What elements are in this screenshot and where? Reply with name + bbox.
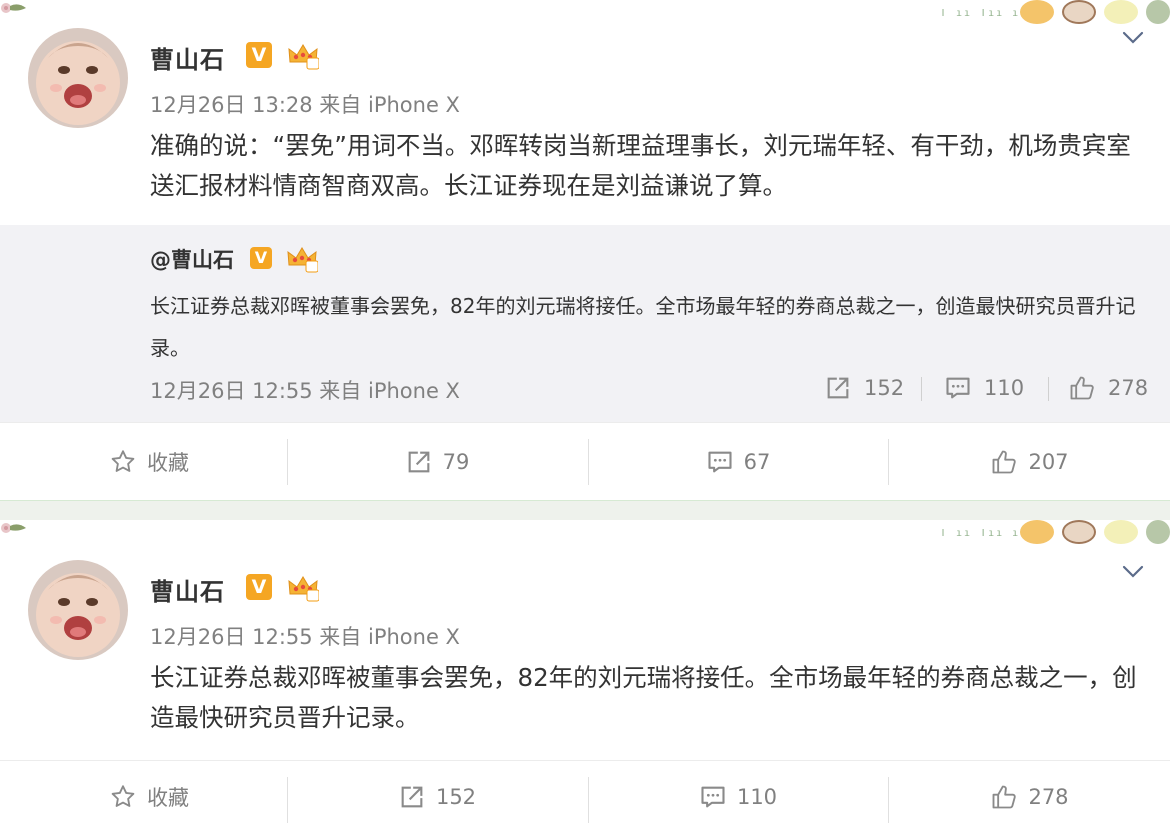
like-button[interactable]: 278	[889, 761, 1170, 832]
reposted-post[interactable]: @曹山石 V 长江证券总裁邓晖被董事会罢免，82年的刘元瑞将接任。全市场最年轻的…	[0, 225, 1170, 422]
comment-bubble-icon	[944, 374, 972, 402]
member-crown-icon	[287, 574, 319, 602]
member-crown-icon	[287, 42, 319, 70]
donut-sticker-icon	[1062, 520, 1096, 544]
chevron-down-icon[interactable]	[1120, 24, 1146, 50]
comment-bubble-icon	[706, 448, 734, 476]
star-outline-icon	[109, 448, 137, 476]
thumbs-up-icon	[990, 448, 1018, 476]
post-meta: 12月26日 12:55 来自 iPhone X	[150, 625, 460, 649]
card-separator	[0, 500, 1170, 520]
repost-like-count[interactable]: 278	[1068, 373, 1148, 403]
flower-decoration-icon	[0, 520, 26, 538]
post-text: 准确的说：“罢免”用词不当。邓晖转岗当新理益理事长，刘元瑞年轻、有干劲，机场贵宾…	[150, 131, 1131, 200]
flower-decoration-icon	[0, 0, 26, 18]
card-decoration: ǀ ıı ǀıı ı	[940, 0, 1170, 24]
thumbs-up-icon	[990, 783, 1018, 811]
share-arrow-icon	[405, 448, 433, 476]
divider	[921, 377, 922, 401]
leaf-sticker-icon	[1146, 0, 1170, 24]
repost-repost-count[interactable]: 152	[824, 373, 904, 403]
bun-sticker-icon	[1104, 520, 1138, 544]
repost-comment-count[interactable]: 110	[944, 373, 1024, 403]
bird-sticker-icon	[1020, 520, 1054, 544]
share-arrow-icon	[824, 374, 852, 402]
avatar[interactable]	[28, 560, 128, 660]
post-card: ǀ ıı ǀıı ı 曹山石 V 12月26日 12:55 来自 iPhone …	[0, 520, 1170, 832]
card-decoration: ǀ ıı ǀıı ı	[940, 520, 1170, 544]
post-card: ǀ ıı ǀıı ı 曹山石 V 12月26日 13:28 来自 iPhone …	[0, 0, 1170, 500]
bun-sticker-icon	[1104, 0, 1138, 24]
repost-button[interactable]: 152	[288, 761, 586, 832]
leaf-sticker-icon	[1146, 520, 1170, 544]
thumbs-up-icon	[1068, 374, 1096, 402]
repost-button[interactable]: 79	[288, 423, 586, 501]
post-text: 长江证券总裁邓晖被董事会罢免，82年的刘元瑞将接任。全市场最年轻的券商总裁之一，…	[150, 663, 1137, 732]
repost-meta: 12月26日 12:55 来自 iPhone X	[150, 379, 460, 403]
verified-badge-icon: V	[250, 247, 272, 269]
like-button[interactable]: 207	[889, 423, 1170, 501]
member-crown-icon	[286, 245, 318, 273]
star-outline-icon	[109, 783, 137, 811]
author-name[interactable]: 曹山石	[150, 572, 225, 607]
bird-sticker-icon	[1020, 0, 1054, 24]
divider	[1048, 377, 1049, 401]
action-bar: 收藏 79 67 207	[0, 422, 1170, 500]
favorite-button[interactable]: 收藏	[0, 761, 298, 832]
action-bar: 收藏 152 110 278	[0, 760, 1170, 832]
author-name[interactable]: 曹山石	[150, 40, 225, 75]
favorite-button[interactable]: 收藏	[0, 423, 298, 501]
chevron-down-icon[interactable]	[1120, 558, 1146, 584]
repost-author[interactable]: @曹山石	[150, 244, 234, 274]
repost-text: 长江证券总裁邓晖被董事会罢免，82年的刘元瑞将接任。全市场最年轻的券商总裁之一，…	[150, 294, 1136, 360]
comment-button[interactable]: 67	[589, 423, 887, 501]
donut-sticker-icon	[1062, 0, 1096, 24]
comment-button[interactable]: 110	[589, 761, 887, 832]
verified-badge-icon: V	[246, 42, 272, 68]
share-arrow-icon	[398, 783, 426, 811]
post-meta: 12月26日 13:28 来自 iPhone X	[150, 93, 460, 117]
comment-bubble-icon	[699, 783, 727, 811]
avatar[interactable]	[28, 28, 128, 128]
verified-badge-icon: V	[246, 574, 272, 600]
